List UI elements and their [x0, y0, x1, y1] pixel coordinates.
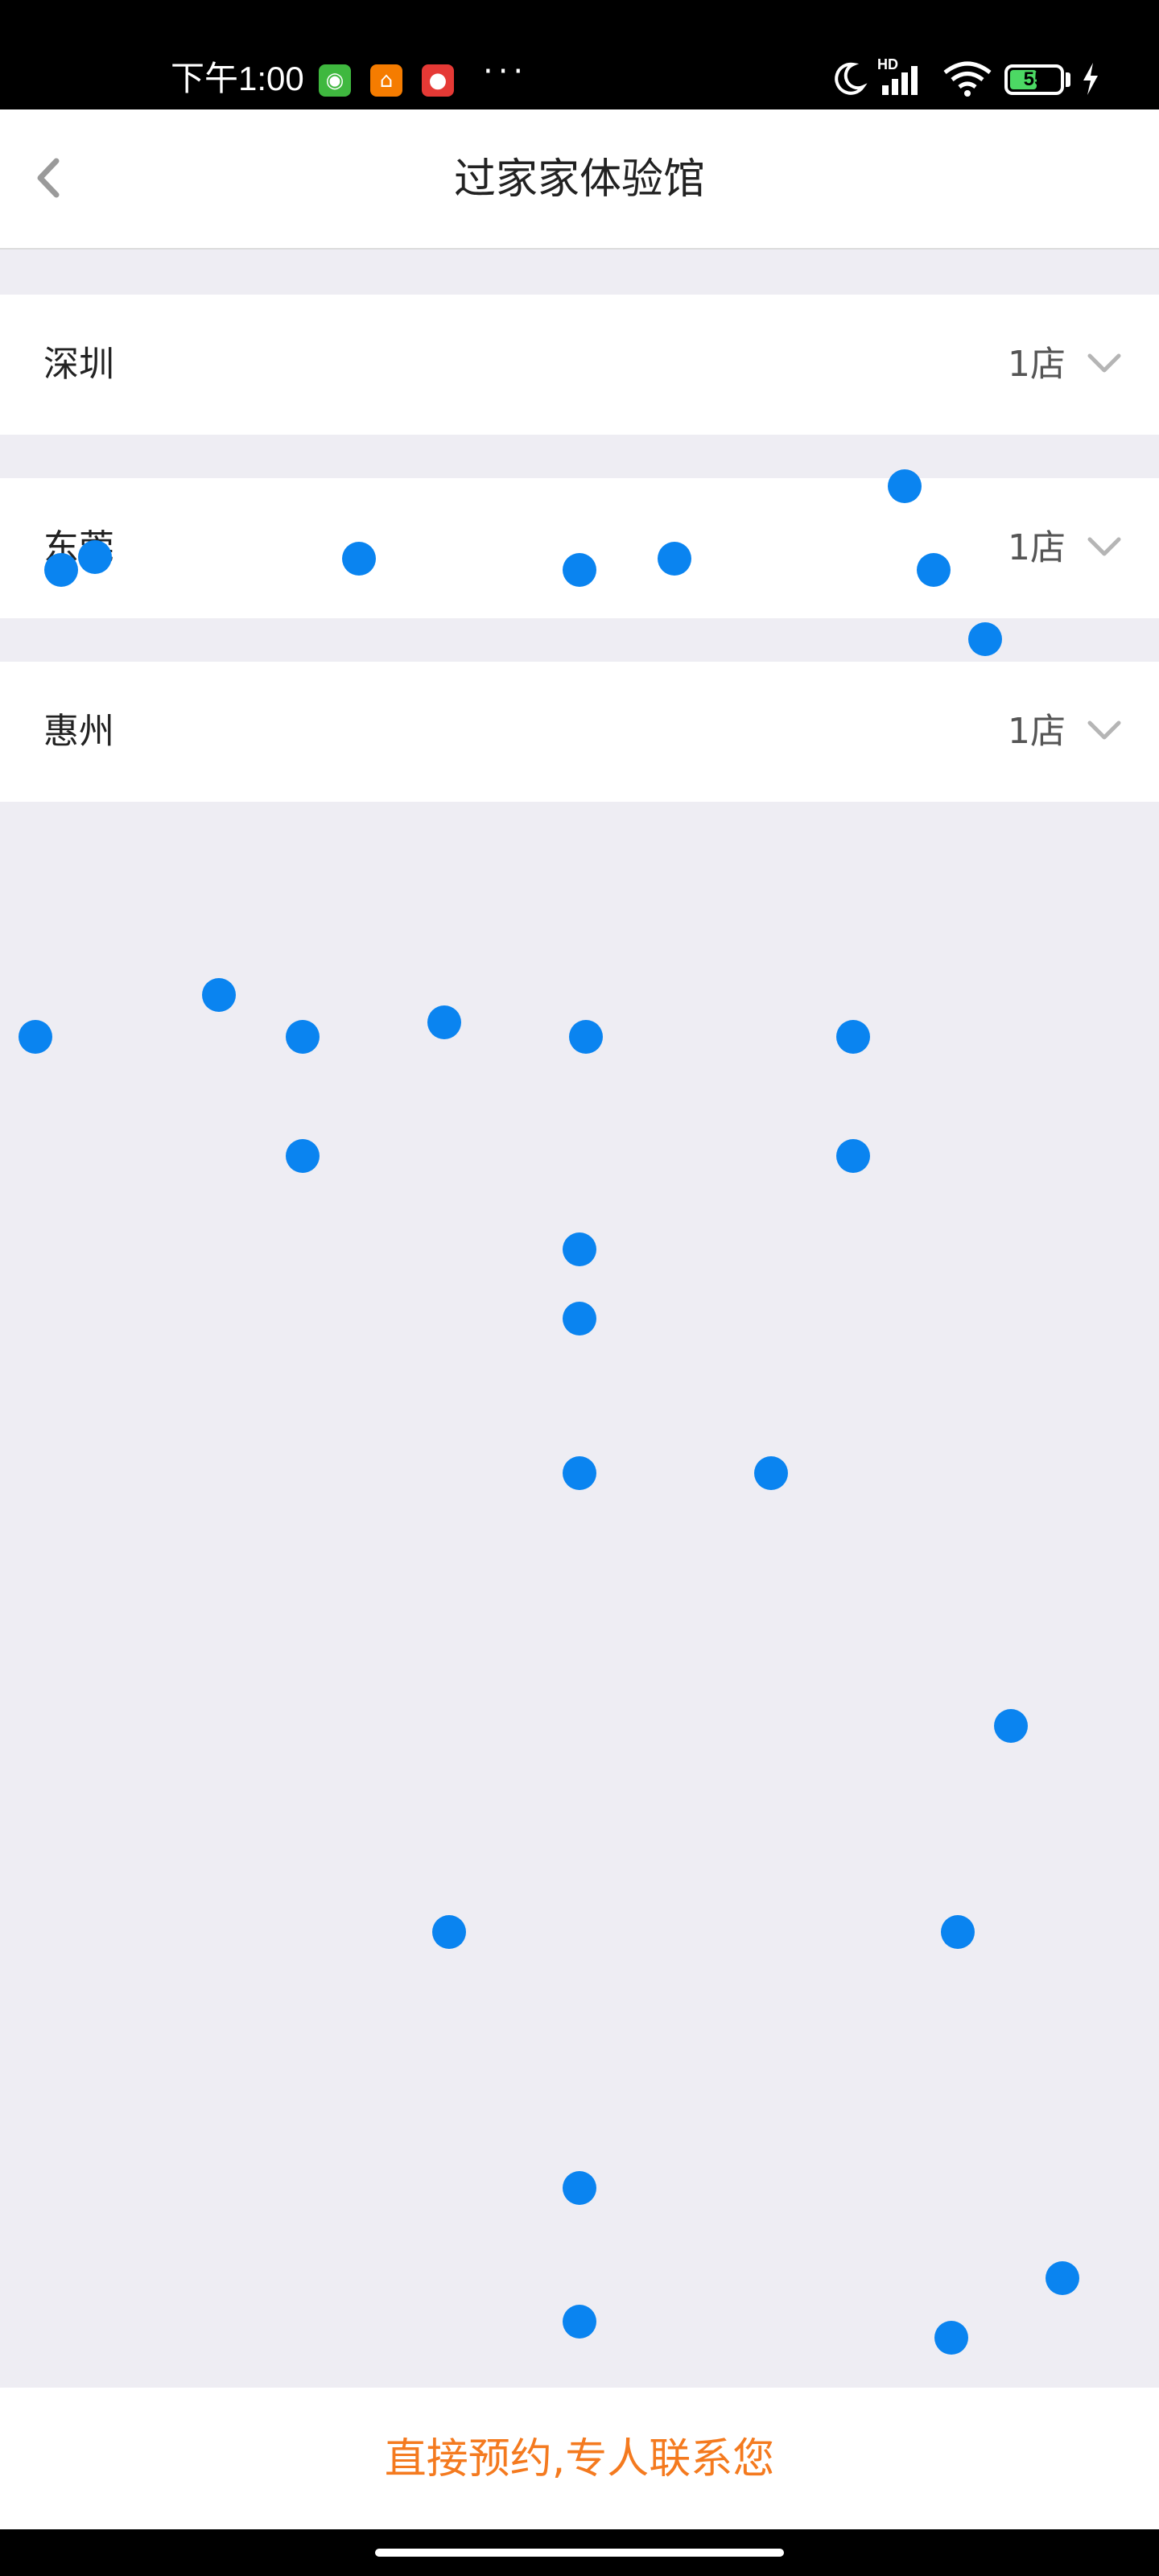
moon-icon — [835, 62, 868, 95]
touch-dot — [941, 1915, 975, 1949]
touch-dot — [563, 1232, 596, 1266]
touch-dot — [968, 622, 1002, 656]
status-time: 下午1:00 — [171, 60, 304, 97]
touch-dot — [934, 2321, 968, 2355]
touch-dot — [563, 2171, 596, 2205]
touch-dot — [427, 1005, 461, 1039]
battery-nub — [1066, 72, 1070, 87]
chevron-down-icon[interactable] — [1080, 523, 1128, 572]
booking-footer[interactable]: 直接预约,专人联系您 — [0, 2388, 1159, 2529]
home-indicator[interactable] — [375, 2549, 784, 2557]
touch-dot — [563, 1302, 596, 1335]
signal-icon — [882, 66, 918, 95]
touch-dot — [19, 1020, 52, 1054]
page-header: 过家家体验馆 — [0, 109, 1159, 250]
red-dog-app-icon: ● — [422, 64, 454, 97]
more-notifications-icon: ··· — [483, 53, 529, 90]
touch-dot — [1046, 2261, 1079, 2295]
city-name: 惠州 — [43, 711, 114, 752]
city-row-shenzhen[interactable]: 深圳 1店 — [0, 295, 1159, 435]
city-row-dongguan[interactable]: 东莞 1店 — [0, 478, 1159, 618]
touch-dot — [432, 1915, 466, 1949]
touch-dot — [888, 469, 922, 503]
charging-icon — [1083, 63, 1098, 95]
touch-dot — [917, 553, 951, 587]
store-count: 1店 — [1008, 527, 1066, 568]
green-robot-app-icon: ◉ — [319, 64, 351, 97]
page-title: 过家家体验馆 — [453, 155, 705, 204]
touch-dot — [342, 542, 376, 576]
battery-percent: 55 — [1023, 68, 1046, 90]
orange-home-app-icon: ⌂ — [370, 64, 402, 97]
touch-dot — [44, 553, 78, 587]
chevron-down-icon[interactable] — [1080, 340, 1128, 388]
touch-dot — [658, 542, 691, 576]
touch-dot — [286, 1020, 320, 1054]
touch-dot — [994, 1709, 1028, 1743]
chevron-down-icon[interactable] — [1080, 707, 1128, 755]
touch-dot — [836, 1139, 870, 1173]
touch-dot — [286, 1139, 320, 1173]
status-bar: 下午1:00 ◉ ⌂ ● ··· HD 55 — [0, 0, 1159, 109]
navigation-bar — [0, 2529, 1159, 2576]
touch-dot — [754, 1456, 788, 1490]
touch-dot — [202, 978, 236, 1012]
store-count: 1店 — [1008, 344, 1066, 385]
touch-dot — [836, 1020, 870, 1054]
city-row-huizhou[interactable]: 惠州 1店 — [0, 662, 1159, 802]
touch-dot — [563, 2305, 596, 2339]
city-name: 深圳 — [43, 344, 114, 385]
touch-dot — [563, 553, 596, 587]
booking-button[interactable]: 直接预约,专人联系您 — [0, 2431, 1159, 2487]
touch-dot — [563, 1456, 596, 1490]
battery-icon: 55 — [1004, 64, 1064, 95]
touch-dot — [569, 1020, 603, 1054]
wifi-icon — [943, 61, 992, 97]
store-count: 1店 — [1008, 711, 1066, 752]
touch-dot — [78, 540, 112, 574]
